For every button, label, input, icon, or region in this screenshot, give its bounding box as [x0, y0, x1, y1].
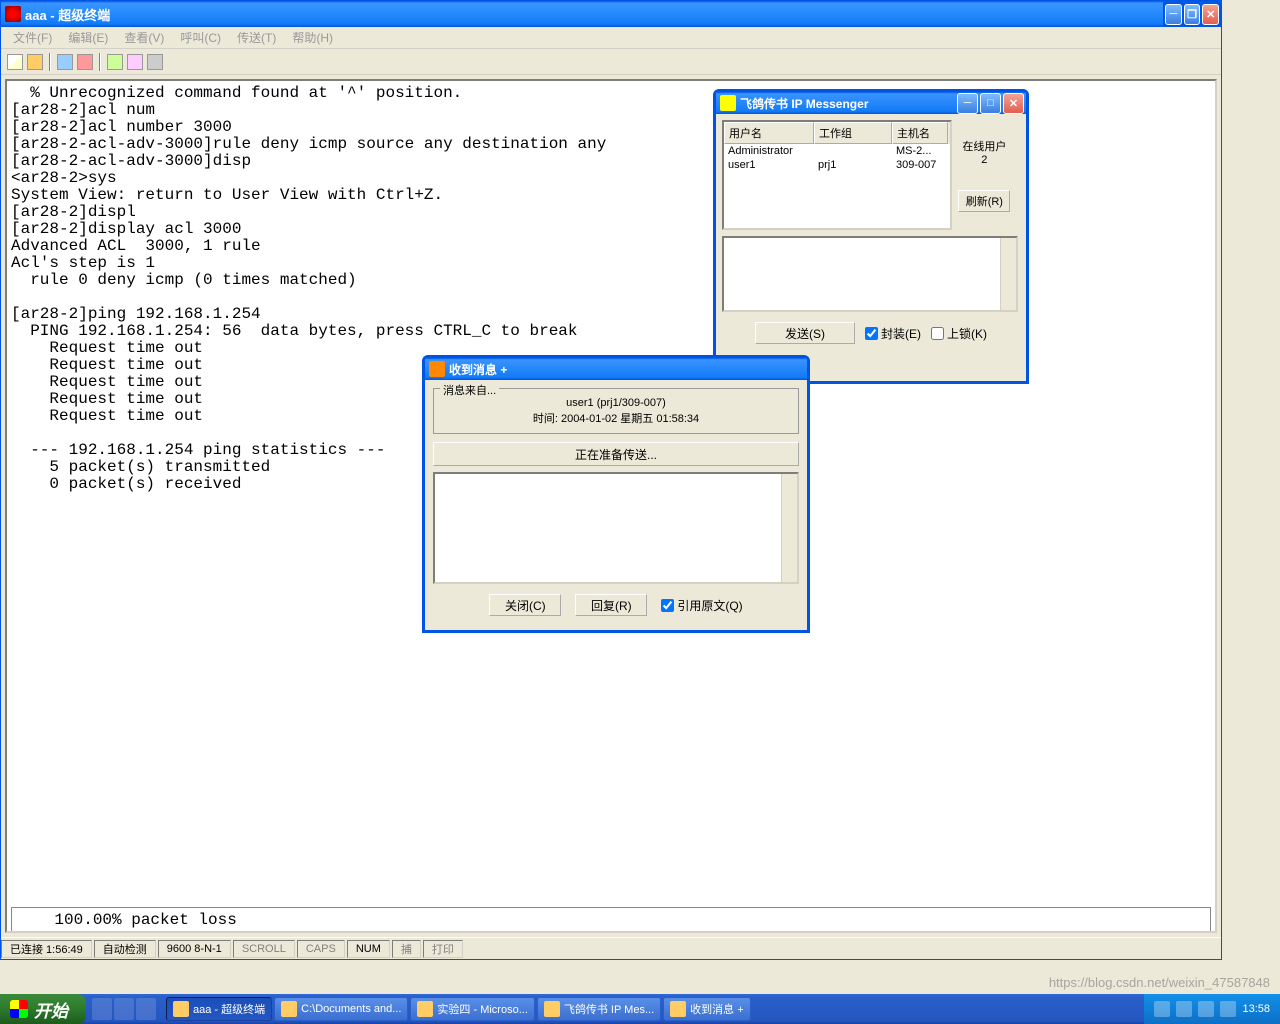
status-scroll: SCROLL	[233, 940, 295, 958]
col-group[interactable]: 工作组	[814, 122, 892, 144]
reply-button[interactable]: 回复(R)	[575, 594, 647, 616]
close-button[interactable]: 关闭(C)	[489, 594, 561, 616]
terminal-output-framed: 100.00% packet loss [ar28-2]undo rule ^ …	[11, 907, 1211, 933]
tool-connect-icon[interactable]	[57, 54, 73, 70]
menu-transfer[interactable]: 传送(T)	[229, 27, 284, 48]
ql-ie-icon[interactable]	[92, 998, 112, 1020]
status-num: NUM	[347, 940, 390, 958]
user-list[interactable]: 用户名 工作组 主机名 Administrator MS-2... user1 …	[722, 120, 952, 230]
watermark: https://blog.csdn.net/weixin_47587848	[1049, 975, 1270, 990]
side-panel: 在线用户 2 刷新(R)	[955, 120, 1013, 212]
tool-receive-icon[interactable]	[127, 54, 143, 70]
start-button[interactable]: 开始	[0, 994, 86, 1024]
status-baud: 9600 8-N-1	[158, 940, 231, 958]
ql-desktop-icon[interactable]	[114, 998, 134, 1020]
main-title: aaa - 超级终端	[25, 5, 1219, 24]
task-ipmsg[interactable]: 飞鸽传书 IP Mes...	[537, 997, 661, 1021]
lock-checkbox[interactable]: 上锁(K)	[931, 325, 987, 342]
user-row[interactable]: user1 prj1 309-007	[724, 158, 950, 172]
tool-open-icon[interactable]	[27, 54, 43, 70]
menu-file[interactable]: 文件(F)	[5, 27, 60, 48]
status-connected: 已连接 1:56:49	[1, 940, 92, 958]
user-row[interactable]: Administrator MS-2...	[724, 144, 950, 158]
send-button[interactable]: 发送(S)	[755, 322, 855, 344]
window-controls-bg: ─ ❐ ✕	[1163, 1, 1221, 27]
recv-icon	[429, 361, 445, 377]
tray-clock[interactable]: 13:58	[1242, 1003, 1270, 1015]
transfer-button[interactable]: 正在准备传送...	[433, 442, 799, 466]
ql-app-icon[interactable]	[136, 998, 156, 1020]
ipmessenger-window: 飞鸽传书 IP Messenger ─ □ ✕ 用户名 工作组 主机名 Admi…	[713, 89, 1029, 384]
status-print: 打印	[423, 940, 463, 958]
tool-new-icon[interactable]	[7, 54, 23, 70]
statusbar: 已连接 1:56:49 自动检测 9600 8-N-1 SCROLL CAPS …	[1, 937, 1221, 959]
recv-body: 消息来自... user1 (prj1/309-007) 时间: 2004-01…	[425, 380, 807, 624]
col-user[interactable]: 用户名	[724, 122, 814, 144]
ipmsg-title: 飞鸽传书 IP Messenger	[740, 95, 957, 112]
minimize-button[interactable]: ─	[1165, 4, 1182, 25]
restore-button[interactable]: ❐	[1184, 4, 1201, 25]
terminal-output-inner: 100.00% packet loss [ar28-2]undo rule ^ …	[16, 912, 1206, 933]
task-icon	[417, 1001, 433, 1017]
scrollbar[interactable]	[781, 474, 797, 582]
received-text[interactable]	[433, 472, 799, 584]
from-time: 时间: 2004-01-02 星期五 01:58:34	[440, 411, 792, 427]
menu-call[interactable]: 呼叫(C)	[172, 27, 229, 48]
toolbar-separator	[99, 53, 101, 71]
task-buttons: aaa - 超级终端 C:\Documents and... 实验四 - Mic…	[162, 997, 1144, 1021]
quote-checkbox[interactable]: 引用原文(Q)	[661, 597, 742, 614]
task-hyperterminal[interactable]: aaa - 超级终端	[166, 997, 272, 1021]
status-caps: CAPS	[297, 940, 345, 958]
task-icon	[281, 1001, 297, 1017]
tool-disconnect-icon[interactable]	[77, 54, 93, 70]
quick-launch	[86, 998, 162, 1020]
from-label: 消息来自...	[440, 382, 499, 398]
task-recvmsg[interactable]: 收到消息 +	[663, 997, 750, 1021]
recv-bottom-row: 关闭(C) 回复(R) 引用原文(Q)	[433, 594, 799, 616]
refresh-button[interactable]: 刷新(R)	[958, 190, 1010, 212]
scrollbar[interactable]	[1000, 238, 1016, 310]
message-input[interactable]	[722, 236, 1018, 312]
tray-network-icon[interactable]	[1220, 1001, 1236, 1017]
close-button[interactable]: ✕	[1202, 4, 1219, 25]
ipmsg-icon	[720, 95, 736, 111]
ipmsg-body: 用户名 工作组 主机名 Administrator MS-2... user1 …	[716, 114, 1026, 350]
col-host[interactable]: 主机名	[892, 122, 948, 144]
main-titlebar[interactable]: aaa - 超级终端	[1, 1, 1221, 27]
menu-help[interactable]: 帮助(H)	[284, 27, 341, 48]
ipmsg-titlebar[interactable]: 飞鸽传书 IP Messenger ─ □ ✕	[716, 92, 1026, 114]
toolbar	[1, 49, 1221, 75]
tray-icon[interactable]	[1154, 1001, 1170, 1017]
task-explorer[interactable]: C:\Documents and...	[274, 997, 408, 1021]
user-list-header: 用户名 工作组 主机名	[724, 122, 950, 144]
app-icon	[5, 6, 21, 22]
ipmsg-maximize-button[interactable]: □	[980, 93, 1001, 114]
taskbar: 开始 aaa - 超级终端 C:\Documents and... 实验四 - …	[0, 994, 1280, 1024]
system-tray: 13:58	[1144, 994, 1280, 1024]
menu-edit[interactable]: 编辑(E)	[60, 27, 116, 48]
status-capture: 捕	[392, 940, 421, 958]
task-icon	[544, 1001, 560, 1017]
task-icon	[670, 1001, 686, 1017]
status-detect: 自动检测	[94, 940, 156, 958]
online-count: 2	[955, 154, 1013, 166]
tray-volume-icon[interactable]	[1198, 1001, 1214, 1017]
menu-view[interactable]: 查看(V)	[116, 27, 172, 48]
task-word[interactable]: 实验四 - Microso...	[410, 997, 534, 1021]
task-icon	[173, 1001, 189, 1017]
toolbar-separator	[49, 53, 51, 71]
received-message-window: 收到消息 + 消息来自... user1 (prj1/309-007) 时间: …	[422, 355, 810, 633]
ipmsg-close-button[interactable]: ✕	[1003, 93, 1024, 114]
tool-send-icon[interactable]	[107, 54, 123, 70]
online-label: 在线用户	[955, 138, 1013, 154]
message-from-group: 消息来自... user1 (prj1/309-007) 时间: 2004-01…	[433, 388, 799, 434]
recv-title: 收到消息 +	[449, 361, 805, 378]
ipmsg-minimize-button[interactable]: ─	[957, 93, 978, 114]
tray-icon[interactable]	[1176, 1001, 1192, 1017]
tool-properties-icon[interactable]	[147, 54, 163, 70]
seal-checkbox[interactable]: 封装(E)	[865, 325, 921, 342]
ipmsg-bottom-row: 发送(S) 封装(E) 上锁(K)	[722, 322, 1020, 344]
menubar: 文件(F) 编辑(E) 查看(V) 呼叫(C) 传送(T) 帮助(H)	[1, 27, 1221, 49]
recv-titlebar[interactable]: 收到消息 +	[425, 358, 807, 380]
